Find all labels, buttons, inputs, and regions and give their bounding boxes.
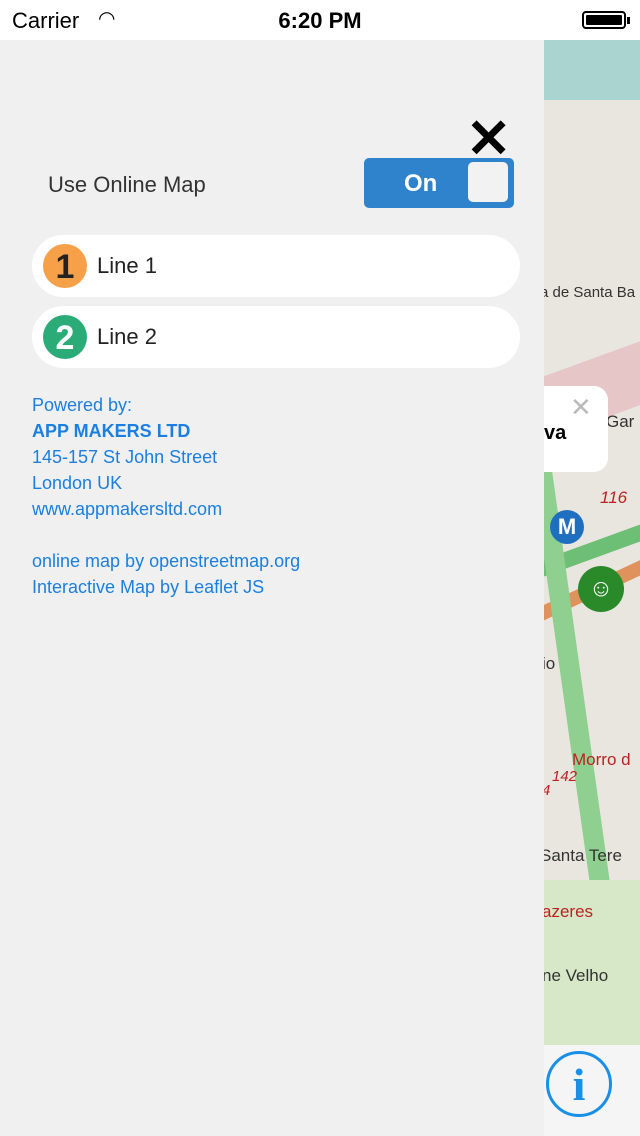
toggle-knob[interactable] [468, 162, 508, 202]
theatre-marker-icon[interactable]: ☺ [578, 566, 624, 612]
map-label: io [544, 654, 556, 673]
popup-close-icon[interactable]: ✕ [570, 392, 592, 423]
map-label: a de Santa Ba [544, 284, 636, 301]
status-bar: Carrier ◠ 6:20 PM [0, 0, 640, 40]
popup-title: va [544, 422, 567, 444]
map-popup[interactable]: va ✕ [544, 386, 608, 472]
company-name[interactable]: APP MAKERS LTD [32, 418, 300, 444]
map-label: azeres [544, 902, 594, 921]
map-view[interactable]: a de Santa Ba Gar va ✕ 116 M ☺ io 4 Morr… [544, 40, 640, 1136]
map-label: ne Velho [544, 966, 609, 985]
address-line-2: London UK [32, 473, 123, 493]
status-time: 6:20 PM [278, 8, 362, 33]
toggle-state-label: On [404, 170, 438, 197]
address-line-1: 145-157 St John Street [32, 447, 218, 467]
line-item-1[interactable]: 1 Line 1 [32, 235, 520, 297]
powered-by-label: Powered by: [32, 395, 133, 415]
osm-credit-link[interactable]: online map by openstreetmap.org [32, 548, 300, 574]
map-label: Santa Tere [544, 846, 622, 865]
map-label: Morro d [572, 750, 631, 769]
website-link[interactable]: www.appmakersltd.com [32, 496, 300, 522]
leaflet-credit-link[interactable]: Interactive Map by Leaflet JS [32, 574, 300, 600]
info-icon[interactable]: i [546, 1051, 612, 1117]
line-2-badge-icon: 2 [43, 315, 87, 359]
info-bar: i [544, 1045, 640, 1136]
line-label: Line 2 [97, 324, 157, 349]
map-label: 116 [600, 488, 628, 507]
line-1-badge-icon: 1 [43, 244, 87, 288]
map-label: Gar [606, 412, 635, 431]
map-label: 142 [552, 768, 578, 785]
battery-icon [582, 11, 630, 29]
line-label: Line 1 [97, 253, 157, 278]
credits: Powered by: APP MAKERS LTD 145-157 St Jo… [32, 392, 300, 600]
map-label: 4 [544, 782, 550, 799]
online-map-toggle[interactable]: On [364, 158, 514, 208]
line-item-2[interactable]: 2 Line 2 [32, 306, 520, 368]
metro-marker-icon[interactable]: M [550, 510, 584, 544]
online-map-label: Use Online Map [48, 172, 206, 197]
